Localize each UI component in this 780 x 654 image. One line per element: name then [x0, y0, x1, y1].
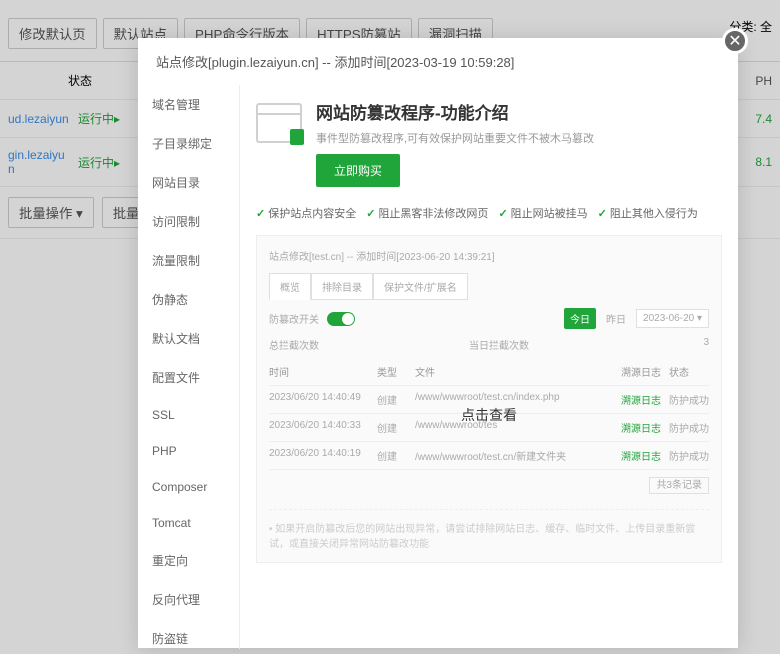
pagination: 共3条记录 [269, 476, 709, 491]
col-file: 文件 [415, 364, 613, 379]
intro-section: 网站防篡改程序-功能介绍 事件型防篡改程序,可有效保护网站重要文件不被木马篡改 … [256, 99, 722, 187]
sidebar-item-2[interactable]: 网站目录 [138, 163, 239, 202]
tab-overview[interactable]: 概览 [269, 273, 311, 300]
feature-item: ✓ 阻止黑客非法修改网页 [366, 205, 488, 221]
shield-site-icon [256, 103, 302, 143]
sidebar-item-4[interactable]: 流量限制 [138, 241, 239, 280]
stat-today: 当日拦截次数 [469, 337, 669, 352]
col-type: 类型 [377, 364, 407, 379]
table-header: 时间 类型 文件 溯源日志 状态 [269, 358, 709, 386]
check-icon: ✓ [598, 207, 607, 220]
modal-title: 站点修改[plugin.lezaiyun.cn] -- 添加时间[2023-03… [138, 38, 738, 85]
buy-button[interactable]: 立即购买 [316, 154, 400, 187]
sidebar-item-3[interactable]: 访问限制 [138, 202, 239, 241]
stat-value: 3 [669, 337, 709, 352]
preview-title: 站点修改[test.cn] -- 添加时间[2023-06-20 14:39:2… [269, 248, 709, 263]
col-time: 时间 [269, 364, 369, 379]
feature-item: ✓ 阻止网站被挂马 [498, 205, 587, 221]
close-button[interactable]: ✕ [722, 28, 748, 54]
yesterday-btn[interactable]: 昨日 [600, 308, 632, 329]
intro-heading: 网站防篡改程序-功能介绍 [316, 99, 594, 124]
footer-note: • 如果开启防篡改后您的网站出现异常，请尝试排除网站日志、缓存、临时文件、上传目… [269, 509, 709, 550]
col-status: 状态 [669, 364, 709, 379]
today-btn[interactable]: 今日 [564, 308, 596, 329]
sidebar-item-13[interactable]: 反向代理 [138, 580, 239, 619]
check-icon: ✓ [366, 207, 375, 220]
feature-item: ✓ 阻止其他入侵行为 [598, 205, 698, 221]
sidebar-item-5[interactable]: 伪静态 [138, 280, 239, 319]
date-picker[interactable]: 2023-06-20 ▾ [636, 309, 709, 328]
feature-item: ✓ 保护站点内容安全 [256, 205, 356, 221]
features-list: ✓ 保护站点内容安全 ✓ 阻止黑客非法修改网页 ✓ 阻止网站被挂马 ✓ 阻止其他入侵行… [256, 205, 722, 221]
sidebar-item-14[interactable]: 防盗链 [138, 619, 239, 649]
check-icon: ✓ [498, 207, 507, 220]
sidebar-item-1[interactable]: 子目录绑定 [138, 124, 239, 163]
tamper-switch[interactable] [327, 312, 355, 326]
modal-content: 网站防篡改程序-功能介绍 事件型防篡改程序,可有效保护网站重要文件不被木马篡改 … [240, 85, 738, 649]
sidebar-item-9[interactable]: PHP [138, 433, 239, 469]
sidebar-item-6[interactable]: 默认文档 [138, 319, 239, 358]
switch-label: 防篡改开关 [269, 311, 319, 326]
sidebar-item-7[interactable]: 配置文件 [138, 358, 239, 397]
table-row: 2023/06/20 14:40:19创建/www/wwwroot/test.c… [269, 442, 709, 470]
preview-panel[interactable]: 站点修改[test.cn] -- 添加时间[2023-06-20 14:39:2… [256, 235, 722, 563]
tab-protect[interactable]: 保护文件/扩展名 [373, 273, 468, 300]
intro-desc: 事件型防篡改程序,可有效保护网站重要文件不被木马篡改 [316, 130, 594, 146]
preview-tabs: 概览 排除目录 保护文件/扩展名 [269, 273, 709, 300]
check-icon: ✓ [256, 207, 265, 220]
sidebar-item-12[interactable]: 重定向 [138, 541, 239, 580]
close-icon: ✕ [728, 31, 741, 51]
sidebar-item-11[interactable]: Tomcat [138, 505, 239, 541]
site-modify-modal: ✕ 站点修改[plugin.lezaiyun.cn] -- 添加时间[2023-… [138, 38, 738, 648]
tab-exclude[interactable]: 排除目录 [311, 273, 373, 300]
click-hint: 点击查看 [461, 405, 517, 425]
sidebar-item-0[interactable]: 域名管理 [138, 85, 239, 124]
sidebar-item-10[interactable]: Composer [138, 469, 239, 505]
stat-total: 总拦截次数 [269, 337, 469, 352]
modal-sidebar: 域名管理子目录绑定网站目录访问限制流量限制伪静态默认文档配置文件SSLPHPCo… [138, 85, 240, 649]
col-log: 溯源日志 [621, 364, 661, 379]
sidebar-item-8[interactable]: SSL [138, 397, 239, 433]
